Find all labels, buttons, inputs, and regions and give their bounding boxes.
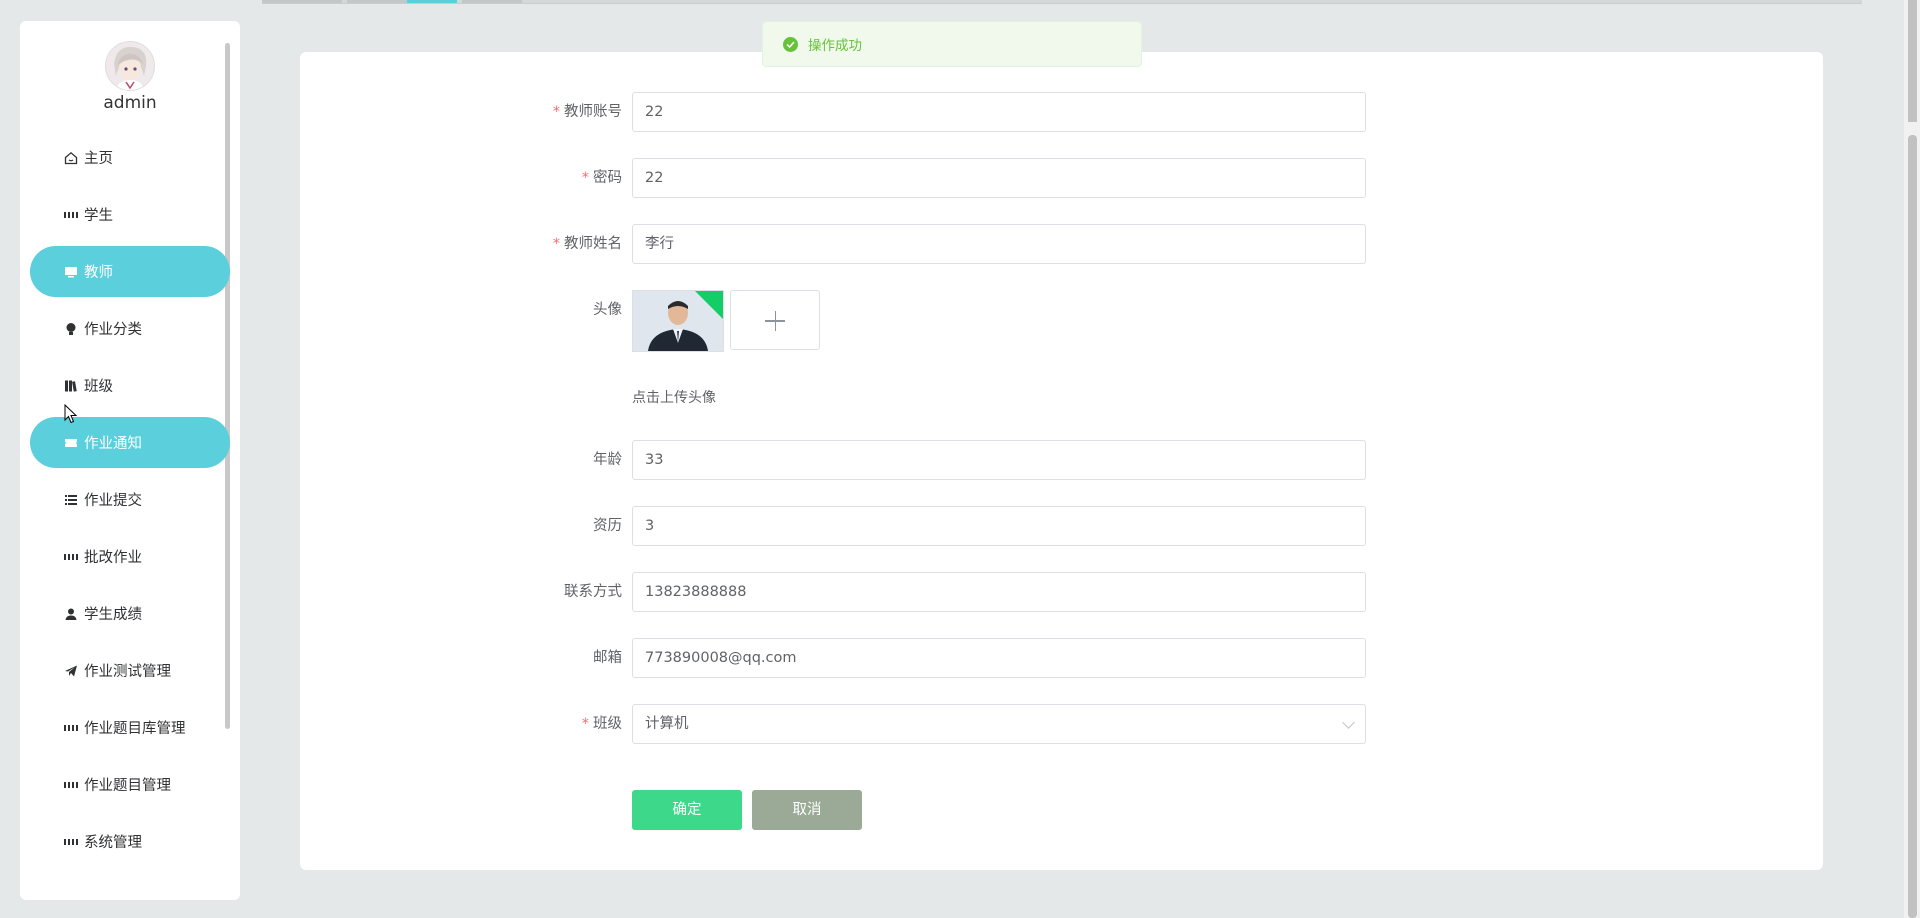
sidebar: admin 主页 学生 教师 作业分类 班级 作业通知 作业提交 批改作业 学生…: [20, 21, 240, 900]
form-row-age: 年龄 33: [480, 440, 1366, 480]
experience-input[interactable]: 3: [632, 506, 1366, 546]
sidebar-item-label: 教师: [84, 265, 113, 281]
sidebar-item-label: 系统管理: [84, 835, 142, 851]
email-label: 邮箱: [593, 650, 622, 666]
class-label: * 班级: [480, 704, 622, 744]
email-input[interactable]: 773890008@qq.com: [632, 638, 1366, 678]
class-select-value: 计算机: [645, 716, 689, 732]
sidebar-menu: 主页 学生 教师 作业分类 班级 作业通知 作业提交 批改作业 学生成绩 作业测…: [30, 132, 230, 873]
cancel-button[interactable]: 取消: [752, 790, 862, 830]
age-label: 年龄: [593, 452, 622, 468]
monitor-icon: [64, 265, 78, 279]
class-select[interactable]: 计算机: [632, 704, 1366, 744]
sidebar-item-teachers[interactable]: 教师: [30, 246, 230, 297]
form-row-experience: 资历 3: [480, 506, 1366, 546]
form-row-email: 邮箱 773890008@qq.com: [480, 638, 1366, 678]
phone-label: 联系方式: [564, 584, 622, 600]
name-label-text: 教师姓名: [564, 236, 622, 252]
user-icon: [64, 607, 78, 621]
form-row-name: * 教师姓名 李行: [480, 224, 1366, 264]
avatar-label: 头像: [593, 302, 622, 318]
sidebar-item-student-scores[interactable]: 学生成绩: [30, 588, 230, 639]
success-toast: 操作成功: [762, 21, 1142, 67]
grid-icon: [64, 835, 78, 849]
form-row-account: * 教师账号 22: [480, 92, 1366, 132]
sidebar-item-students[interactable]: 学生: [30, 189, 230, 240]
sidebar-item-label: 学生: [84, 208, 113, 224]
send-icon: [64, 664, 78, 678]
form-row-phone: 联系方式 13823888888: [480, 572, 1366, 612]
phone-input[interactable]: 13823888888: [632, 572, 1366, 612]
class-label-text: 班级: [593, 716, 622, 732]
upload-avatar-button[interactable]: [730, 290, 820, 350]
confirm-button[interactable]: 确定: [632, 790, 742, 830]
grid-icon: [64, 721, 78, 735]
name-input[interactable]: 李行: [632, 224, 1366, 264]
required-mark: *: [552, 236, 560, 252]
required-mark: *: [581, 170, 589, 186]
grid-icon: [64, 778, 78, 792]
tab-strip-segment[interactable]: [262, 0, 342, 3]
grid-icon: [64, 550, 78, 564]
sidebar-item-label: 作业通知: [84, 436, 142, 452]
sidebar-item-label: 作业提交: [84, 493, 142, 509]
ticket-icon: [64, 436, 78, 450]
sidebar-item-question-bank[interactable]: 作业题目库管理: [30, 702, 230, 753]
scrollbar-thumb[interactable]: [1908, 135, 1917, 918]
required-mark: *: [552, 104, 560, 120]
chevron-down-icon: [1342, 716, 1355, 729]
sidebar-item-label: 批改作业: [84, 550, 142, 566]
check-circle-icon: [783, 36, 798, 52]
required-mark: *: [581, 716, 589, 732]
bulb-icon: [64, 322, 78, 336]
avatar-image-icon: [106, 42, 154, 90]
sidebar-item-homework-submit[interactable]: 作业提交: [30, 474, 230, 525]
avatar[interactable]: [105, 41, 155, 91]
username: admin: [103, 93, 157, 113]
sidebar-item-label: 作业分类: [84, 322, 142, 338]
password-input[interactable]: 22: [632, 158, 1366, 198]
books-icon: [64, 379, 78, 393]
tab-strip-segment[interactable]: [462, 0, 522, 3]
account-input[interactable]: 22: [632, 92, 1366, 132]
form-row-avatar: 头像: [480, 290, 1366, 330]
account-label-text: 教师账号: [564, 104, 622, 120]
form-row-class: * 班级 计算机: [480, 704, 1366, 744]
experience-label: 资历: [593, 518, 622, 534]
password-label: * 密码: [480, 158, 622, 198]
tab-strip: [262, 0, 1862, 4]
tab-strip-segment[interactable]: [347, 0, 407, 3]
account-label: * 教师账号: [480, 92, 622, 132]
page-scrollbar[interactable]: [1904, 0, 1920, 918]
grid-icon: [64, 208, 78, 222]
sidebar-item-label: 作业题目管理: [84, 778, 171, 794]
upload-hint: 点击上传头像: [632, 390, 716, 406]
sidebar-item-homework-notice[interactable]: 作业通知: [30, 417, 230, 468]
sidebar-item-label: 班级: [84, 379, 113, 395]
sidebar-item-label: 作业题目库管理: [84, 721, 186, 737]
sidebar-item-label: 作业测试管理: [84, 664, 171, 680]
sidebar-item-system[interactable]: 系统管理: [30, 816, 230, 867]
uploaded-avatar-thumbnail[interactable]: [632, 290, 724, 352]
sidebar-item-label: 主页: [84, 151, 113, 167]
scrollbar-track-top: [1908, 0, 1917, 122]
password-label-text: 密码: [593, 170, 622, 186]
age-input[interactable]: 33: [632, 440, 1366, 480]
name-label: * 教师姓名: [480, 224, 622, 264]
form-row-password: * 密码 22: [480, 158, 1366, 198]
list-icon: [64, 493, 78, 507]
toast-message: 操作成功: [808, 38, 862, 54]
sidebar-item-homework-test[interactable]: 作业测试管理: [30, 645, 230, 696]
sidebar-item-grade-homework[interactable]: 批改作业: [30, 531, 230, 582]
home-icon: [64, 151, 78, 165]
sidebar-item-label: 学生成绩: [84, 607, 142, 623]
sidebar-item-homework-category[interactable]: 作业分类: [30, 303, 230, 354]
tab-strip-segment-active[interactable]: [407, 0, 457, 3]
sidebar-item-class[interactable]: 班级: [30, 360, 230, 411]
sidebar-item-question-manage[interactable]: 作业题目管理: [30, 759, 230, 810]
sidebar-item-home[interactable]: 主页: [30, 132, 230, 183]
